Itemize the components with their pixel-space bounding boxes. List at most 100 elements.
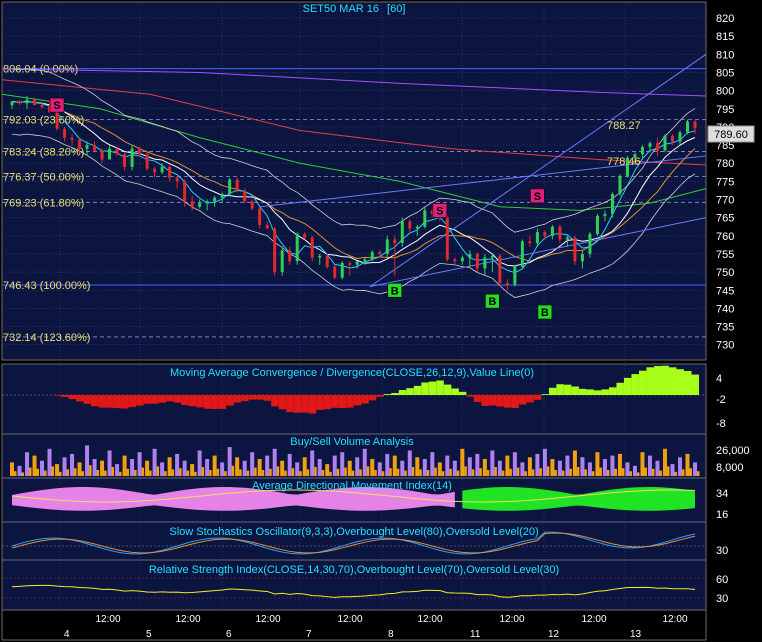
macd-bar xyxy=(53,395,62,396)
candle-body xyxy=(70,137,74,140)
volume-bar xyxy=(332,455,337,476)
macd-bar xyxy=(398,390,407,395)
volume-bar xyxy=(557,460,562,476)
candle-body xyxy=(153,168,157,173)
volume-bar xyxy=(512,452,517,476)
macd-bar xyxy=(241,395,249,402)
macd-bar xyxy=(361,395,369,404)
macd-bar xyxy=(256,395,264,400)
macd-bar xyxy=(443,384,452,395)
volume-bar xyxy=(145,460,150,476)
volume-bar-secondary xyxy=(621,468,625,476)
candle-body xyxy=(265,224,269,229)
volume-bar xyxy=(310,450,315,476)
macd-bar xyxy=(278,395,287,410)
volume-bar xyxy=(437,462,442,476)
volume-bar xyxy=(430,452,435,476)
candle-body xyxy=(55,112,59,129)
macd-bar xyxy=(496,395,504,407)
macd-bar xyxy=(631,374,639,395)
volume-bar xyxy=(167,457,172,476)
candle-body xyxy=(408,221,412,229)
volume-bar xyxy=(392,455,397,476)
candle-body xyxy=(415,226,419,229)
fib-level-label: 769.23 (61.80%) xyxy=(3,197,84,209)
volume-bar xyxy=(452,460,457,476)
volume-bar xyxy=(527,457,532,476)
day-label: 11 xyxy=(470,629,481,640)
candle-body xyxy=(588,233,592,254)
candle-body xyxy=(145,154,149,169)
volume-bar-secondary xyxy=(164,471,167,476)
volume-bar-secondary xyxy=(261,470,265,476)
volume-bar-secondary xyxy=(126,468,130,476)
macd-bar xyxy=(473,395,482,402)
macd-bar xyxy=(623,377,632,395)
volume-tick-26000: 26,000 xyxy=(716,445,750,457)
candle-body xyxy=(348,263,352,265)
adx-tick-16: 16 xyxy=(716,509,728,521)
volume-bar xyxy=(197,450,202,476)
sell-signal-label: S xyxy=(53,100,60,112)
volume-bar-secondary xyxy=(629,471,632,476)
candle-body xyxy=(25,99,29,104)
macd-bar xyxy=(413,385,422,395)
volume-bar-secondary xyxy=(179,468,182,476)
candle-body xyxy=(663,135,667,151)
volume-bar xyxy=(242,460,247,476)
volume-bar xyxy=(685,453,690,476)
macd-bar xyxy=(293,395,302,413)
volume-bar xyxy=(625,462,630,476)
volume-bar-secondary xyxy=(269,468,272,476)
buy-signal-label: B xyxy=(541,307,549,319)
volume-bar-secondary xyxy=(209,470,212,476)
volume-bar-secondary xyxy=(569,468,572,476)
candle-body xyxy=(370,252,374,260)
candle-body xyxy=(205,201,209,204)
volume-bar xyxy=(250,452,255,476)
candle-body xyxy=(333,266,337,278)
macd-bar xyxy=(458,391,467,395)
candle-body xyxy=(325,255,329,267)
candle-body xyxy=(280,250,284,273)
macd-bar xyxy=(158,395,167,403)
price-tick-label: 805 xyxy=(716,67,734,79)
macd-tick-4: 4 xyxy=(716,373,722,385)
candle-body xyxy=(18,101,22,104)
volume-bar xyxy=(632,465,637,476)
volume-bar-secondary xyxy=(486,470,490,476)
volume-bar xyxy=(602,459,607,476)
macd-bar xyxy=(68,395,77,400)
volume-bar xyxy=(347,460,352,476)
candle-body xyxy=(505,282,509,285)
volume-bar-secondary xyxy=(306,469,310,476)
volume-bar xyxy=(257,459,262,476)
volume-bar-secondary xyxy=(426,470,430,476)
volume-bar xyxy=(422,459,427,476)
macd-bar xyxy=(98,395,107,408)
volume-bar-secondary xyxy=(554,470,557,476)
volume-title: Buy/Sell Volume Analysis xyxy=(290,436,414,448)
candle-body xyxy=(498,255,502,283)
volume-bar xyxy=(47,448,52,476)
macd-bar xyxy=(121,395,129,409)
buy-signal-label: B xyxy=(391,285,399,297)
volume-bar-secondary xyxy=(419,469,422,476)
price-panel xyxy=(1,1,707,361)
candle-body xyxy=(558,226,562,240)
volume-tick-8000: 8,000 xyxy=(716,462,744,474)
candle-body xyxy=(460,257,464,262)
volume-bar-secondary xyxy=(231,465,235,476)
volume-bar xyxy=(115,464,120,476)
volume-bar-secondary xyxy=(104,470,107,476)
price-tick-label: 765 xyxy=(716,213,734,225)
adx-title: Average Directional Movement Index(14) xyxy=(252,480,452,492)
volume-bar-secondary xyxy=(396,468,400,476)
volume-bar xyxy=(370,459,375,476)
macd-bar xyxy=(676,369,684,395)
macd-bar xyxy=(113,395,122,409)
candle-body xyxy=(393,239,397,244)
volume-bar xyxy=(617,453,622,476)
macd-bar xyxy=(308,395,317,414)
candle-body xyxy=(385,239,389,254)
